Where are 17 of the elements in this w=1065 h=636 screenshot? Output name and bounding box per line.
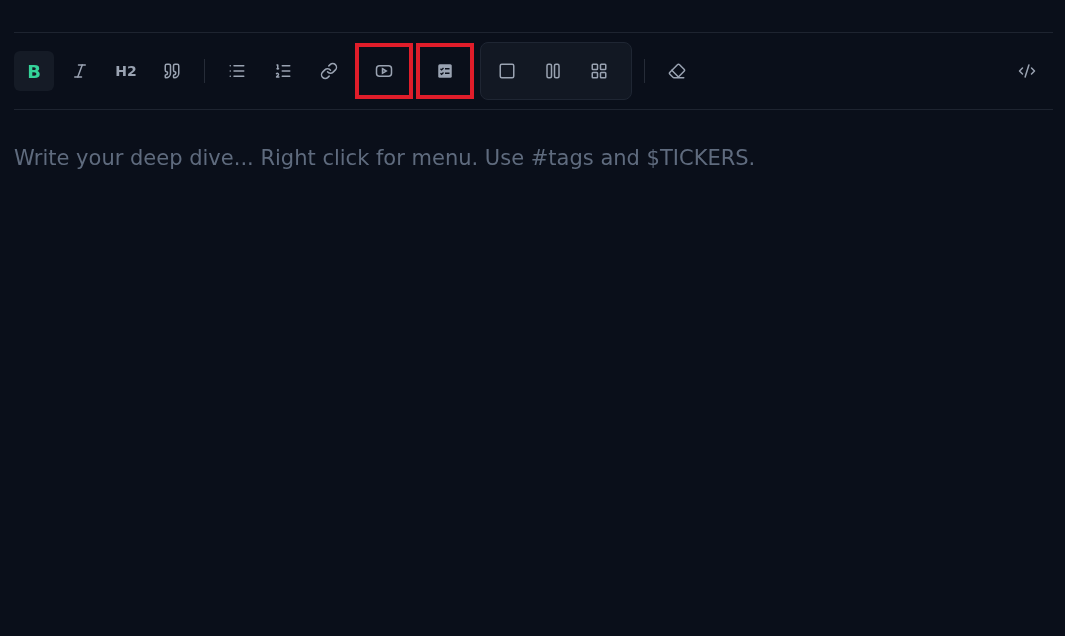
bullet-list-icon xyxy=(228,62,246,80)
checklist-icon xyxy=(436,62,454,80)
quote-icon xyxy=(163,62,181,80)
link-icon xyxy=(320,62,338,80)
italic-icon xyxy=(71,62,89,80)
editor-placeholder[interactable]: Write your deep dive... Right click for menu. Use #tags and $TICKERS. xyxy=(14,110,1053,170)
video-icon xyxy=(375,62,393,80)
grid-icon xyxy=(590,62,608,80)
format-button[interactable]: B xyxy=(14,51,54,91)
format-button[interactable]: H2 xyxy=(106,51,146,91)
two-columns-icon xyxy=(544,62,562,80)
square-icon xyxy=(498,62,516,80)
code-icon xyxy=(1018,62,1036,80)
video-button[interactable] xyxy=(355,43,413,99)
numbered-list-icon xyxy=(274,62,292,80)
eraser-icon xyxy=(668,62,686,80)
checklist-button[interactable] xyxy=(416,43,474,99)
